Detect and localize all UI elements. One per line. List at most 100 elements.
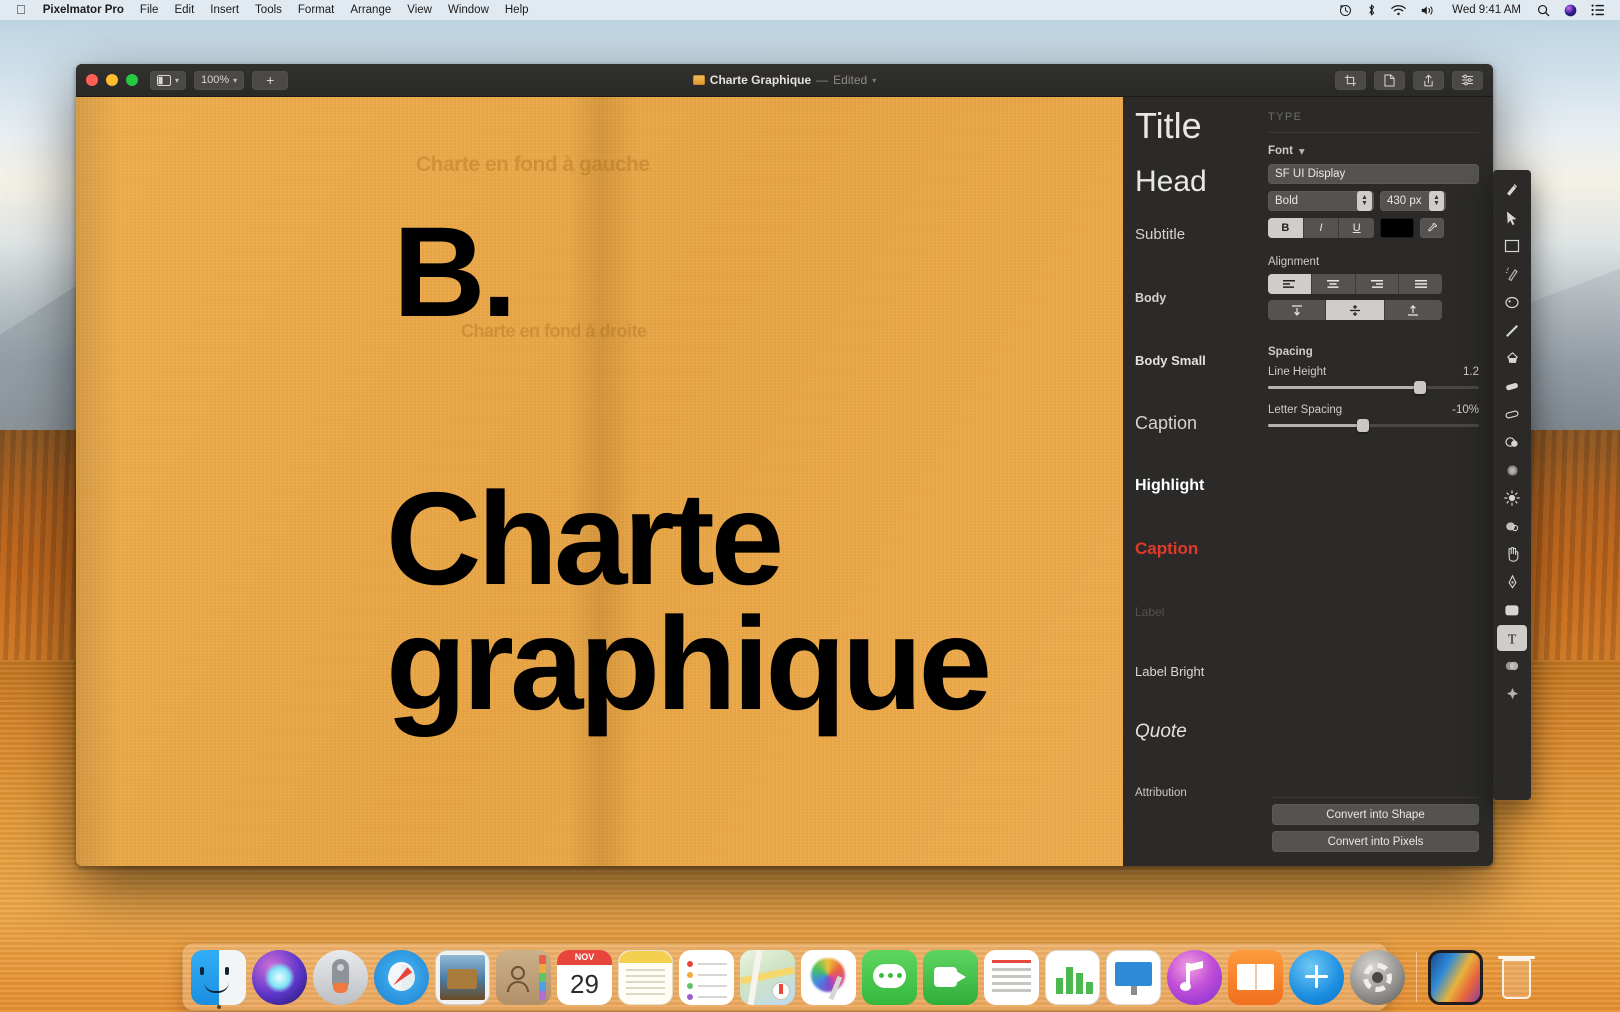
dock-item-system-preferences[interactable] [1350, 950, 1405, 1005]
font-weight-field[interactable]: Bold ▲ ▼ [1268, 191, 1374, 211]
style-item-subtitle[interactable]: Subtitle [1135, 226, 1185, 243]
canvas-heading-line2[interactable]: graphique [386, 597, 992, 729]
style-item-quote[interactable]: Quote [1135, 721, 1187, 743]
dock-item-notes[interactable] [618, 950, 673, 1005]
dock-item-numbers[interactable] [1045, 950, 1100, 1005]
dock-item-siri[interactable] [252, 950, 307, 1005]
zoom-level-button[interactable]: 100% ▾ [194, 70, 245, 90]
dock-item-facetime[interactable] [923, 950, 978, 1005]
font-group-row[interactable]: Font ▾ [1268, 144, 1479, 158]
convert-into-shape-button[interactable]: Convert into Shape [1272, 804, 1479, 825]
dock-item-app-store[interactable] [1289, 950, 1344, 1005]
lighten-icon[interactable] [1497, 485, 1527, 511]
style-item-body[interactable]: Body [1135, 291, 1166, 305]
clone-stamp-icon[interactable] [1497, 429, 1527, 455]
add-tool-button[interactable]: + [252, 70, 289, 90]
dock-item-maps[interactable] [739, 949, 796, 1006]
font-size-stepper[interactable]: ▲ ▼ [1429, 191, 1444, 211]
align-bottom-icon[interactable] [1384, 300, 1442, 320]
text-styles-list[interactable]: Title Head Subtitle Body Body Small Capt… [1123, 97, 1258, 866]
dock-item-finder[interactable] [191, 950, 246, 1009]
style-item-caption[interactable]: Caption [1135, 413, 1197, 434]
italic-button[interactable]: I [1303, 218, 1340, 238]
color-adjust-icon[interactable] [1497, 653, 1527, 679]
bold-button[interactable]: B [1268, 218, 1304, 238]
search-icon[interactable] [1530, 4, 1557, 17]
canvas-heading-small[interactable]: B. [393, 208, 517, 336]
font-family-row[interactable]: SF UI Display [1268, 164, 1479, 184]
style-item-title[interactable]: Title [1135, 105, 1202, 147]
gradient-icon[interactable] [1497, 177, 1527, 203]
menu-item-tools[interactable]: Tools [247, 4, 290, 16]
font-style-row[interactable]: B I U [1268, 218, 1479, 238]
effects-icon[interactable] [1497, 681, 1527, 707]
slider-knob[interactable] [1413, 381, 1426, 394]
share-icon[interactable] [1413, 70, 1444, 90]
paint-icon[interactable] [1497, 289, 1527, 315]
menu-item-window[interactable]: Window [440, 4, 497, 16]
dock-item-mail[interactable] [435, 950, 490, 1005]
quick-select-icon[interactable] [1497, 261, 1527, 287]
dock-item-contacts[interactable] [496, 950, 551, 1005]
horizontal-alignment-segmented[interactable] [1268, 274, 1442, 294]
arrow-select-icon[interactable] [1497, 205, 1527, 231]
apple-logo-icon[interactable]:  [8, 3, 35, 18]
hand-icon[interactable] [1497, 541, 1527, 567]
menu-item-insert[interactable]: Insert [202, 4, 247, 16]
control-center-icon[interactable] [1584, 4, 1612, 16]
font-weight-size-row[interactable]: Bold ▲ ▼ 430 px ▲ ▼ [1268, 191, 1479, 211]
volume-icon[interactable] [1413, 4, 1443, 17]
font-size-field[interactable]: 430 px ▲ ▼ [1380, 191, 1446, 211]
dock-item-news[interactable] [984, 950, 1039, 1005]
shape-icon[interactable] [1497, 597, 1527, 623]
canvas-area[interactable]: Charte en fond à gauche Charte en fond à… [76, 97, 1123, 866]
blur-icon[interactable] [1497, 457, 1527, 483]
menu-item-pixelmator-pro[interactable]: Pixelmator Pro [35, 4, 132, 16]
canvas-heading-line1[interactable]: Charte [386, 472, 784, 604]
crop-icon[interactable] [1335, 70, 1366, 90]
align-top-icon[interactable] [1268, 300, 1327, 320]
menu-item-edit[interactable]: Edit [166, 4, 202, 16]
bluetooth-icon[interactable] [1359, 3, 1384, 17]
menu-item-arrange[interactable]: Arrange [342, 4, 399, 16]
style-item-body-small[interactable]: Body Small [1135, 353, 1206, 368]
type-tool-icon[interactable]: T [1497, 625, 1527, 651]
dock-item-itunes[interactable] [1167, 950, 1222, 1005]
font-family-field[interactable]: SF UI Display [1268, 164, 1479, 184]
time-machine-icon[interactable] [1332, 4, 1359, 17]
dock-item-messages[interactable] [862, 950, 917, 1005]
dock-item-ibooks[interactable] [1228, 950, 1283, 1005]
dock-item-trash[interactable] [1489, 950, 1544, 1005]
menu-item-format[interactable]: Format [290, 4, 342, 16]
dock-item-calendar[interactable]: NOV 29 [557, 950, 612, 1005]
line-height-slider[interactable] [1268, 380, 1479, 394]
eyedropper-icon[interactable] [1420, 218, 1444, 238]
artboard[interactable]: Charte en fond à gauche Charte en fond à… [76, 97, 1123, 866]
pill-icon[interactable] [1497, 401, 1527, 427]
slider-knob[interactable] [1356, 419, 1369, 432]
smudge-icon[interactable] [1497, 513, 1527, 539]
dock-item-photos[interactable] [801, 950, 856, 1005]
wifi-icon[interactable] [1384, 4, 1413, 17]
letter-spacing-slider[interactable] [1268, 418, 1479, 432]
dock-item-launchpad[interactable] [313, 950, 368, 1005]
style-item-label[interactable]: Label [1135, 605, 1164, 619]
dock-item-keynote[interactable] [1106, 950, 1161, 1005]
style-item-highlight[interactable]: Highlight [1135, 477, 1204, 495]
siri-icon[interactable] [1557, 4, 1584, 17]
menu-item-help[interactable]: Help [497, 4, 537, 16]
eraser-icon[interactable] [1497, 373, 1527, 399]
dock-item-reminders[interactable] [679, 950, 734, 1005]
style-item-caption-red[interactable]: Caption [1135, 539, 1198, 559]
inspector-icon[interactable] [1452, 70, 1483, 90]
text-color-swatch[interactable] [1380, 218, 1414, 238]
vertical-alignment-segmented[interactable] [1268, 300, 1442, 320]
document-icon[interactable] [1374, 70, 1405, 90]
font-style-segmented[interactable]: B I U [1268, 218, 1374, 238]
dock-item-pixelmator-pro[interactable] [1428, 950, 1483, 1005]
menubar-clock[interactable]: Wed 9:41 AM [1443, 4, 1530, 16]
convert-into-pixels-button[interactable]: Convert into Pixels [1272, 831, 1479, 852]
style-item-label-bright[interactable]: Label Bright [1135, 664, 1204, 679]
font-weight-stepper[interactable]: ▲ ▼ [1357, 191, 1372, 211]
pen-icon[interactable] [1497, 569, 1527, 595]
